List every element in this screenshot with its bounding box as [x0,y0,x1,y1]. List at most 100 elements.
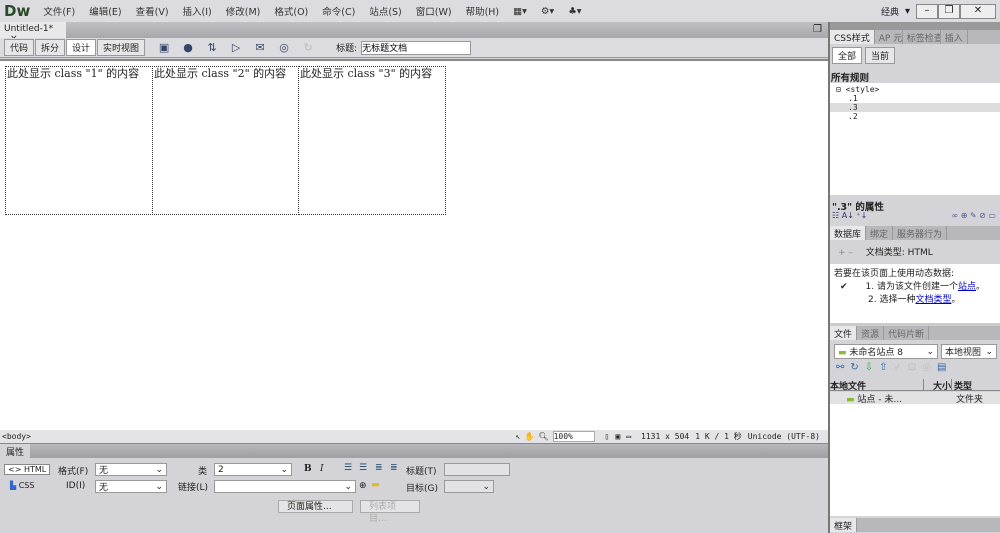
tree-node-rule-1[interactable]: .1 [830,94,1000,103]
format-select[interactable]: 无 ⌄ [95,463,167,476]
menu-edit[interactable]: 编辑(E) [82,4,128,18]
tab-server-behaviors[interactable]: 服务器行为 [893,226,948,240]
restore-button[interactable]: ❐ [938,3,960,19]
unordered-list-icon[interactable]: ☰ [344,463,352,473]
title-attr-input[interactable] [444,463,510,476]
data-panel-tabs: 数据库 绑定 服务器行为 [830,226,1000,240]
title-input[interactable] [361,40,472,55]
rule-action-icons[interactable]: ∞ ⊕ ✎ ⊘ ▭ [951,211,996,220]
target-select[interactable]: ⌄ [444,480,494,493]
close-button[interactable]: ✕ [960,3,996,19]
tab-untitled-1[interactable]: Untitled-1* × [0,22,66,44]
multiscreen-icon[interactable]: ▣ [156,41,172,55]
page-properties-button[interactable]: 页面属性... [278,500,353,513]
tree-node-style[interactable]: ⊟ <style> [830,85,1000,94]
menu-format[interactable]: 格式(O) [267,4,315,18]
menu-commands[interactable]: 命令(C) [315,4,362,18]
tab-files[interactable]: 文件 [830,326,858,340]
id-label: ID(I) [66,481,86,491]
tab-frames[interactable]: 框架 [830,518,858,532]
menu-view[interactable]: 查看(V) [129,4,176,18]
list-item-button[interactable]: 列表项目... [360,500,420,524]
layout-icon[interactable]: ▦▾ [506,6,534,17]
all-mode-button[interactable]: 全部 [832,47,863,64]
div-class-3[interactable]: 此处显示 class "3" 的内容 [298,66,446,215]
format-label: 格式(F) [58,467,89,477]
minimize-button[interactable]: – [916,3,938,19]
view-select[interactable]: 本地视图 ⌄ [941,344,997,359]
tab-css-styles[interactable]: CSS样式 [830,30,875,44]
link-input[interactable]: ⌄ [214,480,356,493]
file-row[interactable]: ▬ 站点 - 未... 文件夹 [830,392,1000,405]
zoom-tool-icon[interactable]: 🔍︎ [538,432,548,441]
indent-icon[interactable]: ≣ [390,463,398,473]
div-class-2[interactable]: 此处显示 class "2" 的内容 [152,66,299,215]
ordered-list-icon[interactable]: ☰ [359,463,367,473]
properties-tab[interactable]: 属性 [0,444,31,458]
menu-site[interactable]: 站点(S) [362,4,408,18]
desktop-size-icon[interactable]: ▭ [626,432,631,441]
preview-browser-icon[interactable]: ● [180,41,196,55]
outdent-icon[interactable]: ≣ [375,463,383,473]
live-view-button[interactable]: 实时视图 [97,39,146,56]
point-to-file-icon[interactable]: ⊕ [359,481,367,491]
tree-node-rule-2[interactable]: .2 [830,112,1000,121]
tab-ap-elements[interactable]: AP 元素 [875,30,903,44]
menu-insert[interactable]: 插入(I) [176,4,219,18]
link-label: 链接(L) [178,483,209,493]
tablet-size-icon[interactable]: ▣ [615,432,620,441]
design-view-button[interactable]: 设计 [66,39,97,56]
div-class-1[interactable]: 此处显示 class "1" 的内容 [5,66,153,215]
html-mode-button[interactable]: <> HTML [4,464,51,475]
file-management-icon[interactable]: ⇅ [204,41,220,55]
refresh-icon[interactable]: ↻ [300,41,316,55]
menu-modify[interactable]: 修改(M) [219,4,268,18]
browse-folder-icon[interactable]: ▬ [371,480,380,490]
tab-insert[interactable]: 插入 [941,30,968,44]
col-local-files[interactable]: 本地文件 [830,379,924,392]
file-action-icons[interactable]: ⚯↻⇩⇧✓⊡◎▤ [836,362,952,373]
property-view-icons[interactable]: ☷ A↓ ⁺↓ [832,211,867,220]
menu-help[interactable]: 帮助(H) [459,4,507,18]
tab-tag-inspector[interactable]: 标签检查器 [903,30,941,44]
code-view-button[interactable]: 代码 [4,39,35,56]
add-icon[interactable]: + – [838,248,853,258]
split-view-button[interactable]: 拆分 [35,39,66,56]
tab-database[interactable]: 数据库 [830,226,867,240]
document-toolbar: 代码 拆分 设计 实时视图 ▣ ● ⇅ ▷ ✉ ◎ ↻ 标题: [0,38,828,58]
design-canvas[interactable]: 此处显示 class "1" 的内容 此处显示 class "2" 的内容 此处… [0,59,828,430]
window-size[interactable]: 1131 x 504 [641,432,689,441]
check-browser-icon[interactable]: ◎ [276,41,292,55]
menu-window[interactable]: 窗口(W) [409,4,459,18]
status-bar: <body> ↖ ✋ 🔍︎ 100% ▯ ▣ ▭ 1131 x 504 1 K … [0,430,828,443]
gear-icon[interactable]: ⚙▾ [534,6,561,17]
workspace-switcher[interactable]: 经典 [881,5,899,18]
pointer-tool-icon[interactable]: ↖ [516,432,521,441]
restore-doc-icon[interactable]: ❐ [813,24,822,35]
italic-button[interactable]: I [320,464,324,474]
bold-button[interactable]: B [304,464,312,474]
tab-snippets[interactable]: 代码片断 [884,326,930,340]
css-rules-tree: ⊟ <style> .1 .3 .2 [830,83,1000,195]
menu-file[interactable]: 文件(F) [36,4,82,18]
col-type[interactable]: 类型 [952,379,972,392]
frames-panel-tabs: 框架 [830,518,1000,532]
id-select[interactable]: 无 ⌄ [95,480,167,493]
zoom-select[interactable]: 100% [552,431,595,442]
hand-tool-icon[interactable]: ✋ [524,432,534,441]
doctype-link[interactable]: 文档类型 [915,295,951,305]
site-select[interactable]: ▬ 未命名站点 8 ⌄ [834,344,938,359]
tree-node-rule-3[interactable]: .3 [830,103,1000,112]
css-mode-button[interactable]: ▙ CSS [10,481,34,490]
mobile-size-icon[interactable]: ▯ [605,432,610,441]
tab-assets[interactable]: 资源 [857,326,885,340]
col-size[interactable]: 大小 [924,379,952,392]
site-icon[interactable]: ♣▾ [561,6,588,17]
create-site-link[interactable]: 站点 [958,282,976,292]
tag-selector[interactable]: <body> [2,432,31,441]
tab-bindings[interactable]: 绑定 [866,226,894,240]
class-select[interactable]: 2 ⌄ [214,463,292,476]
w3c-validation-icon[interactable]: ▷ [228,41,244,55]
current-mode-button[interactable]: 当前 [865,47,896,64]
visual-aids-icon[interactable]: ✉ [252,41,268,55]
